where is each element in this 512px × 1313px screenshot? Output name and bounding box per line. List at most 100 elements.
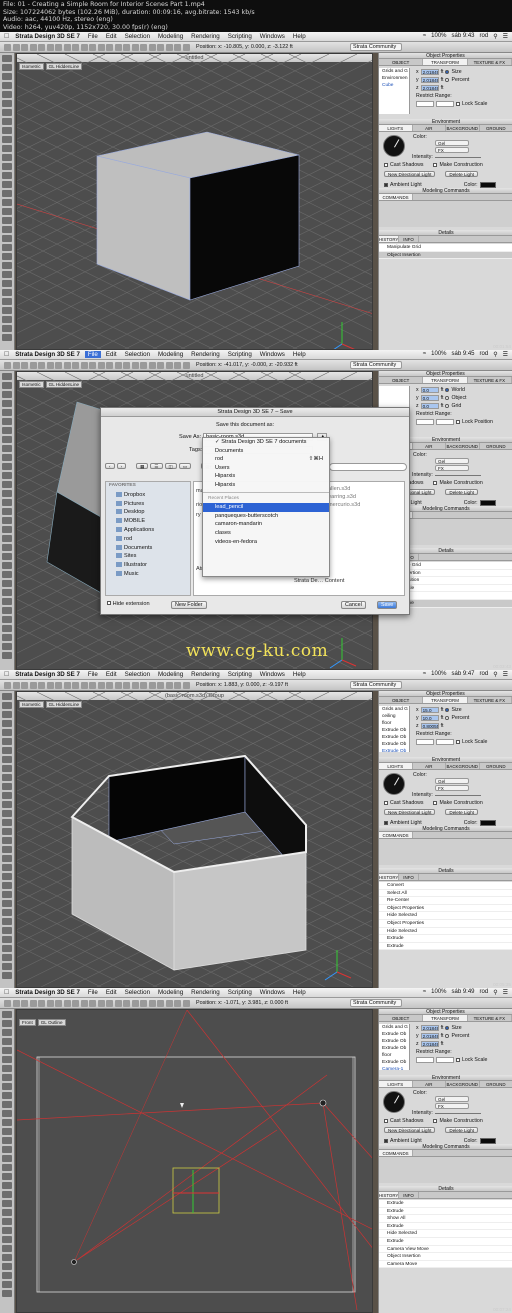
tool-icon[interactable]	[2, 535, 12, 542]
grid-radio[interactable]	[445, 404, 450, 408]
tab-info[interactable]: INFO	[399, 236, 419, 242]
tab-commands[interactable]: COMMANDS	[379, 1150, 413, 1156]
tool-icon[interactable]	[2, 693, 12, 700]
new-directional-light-button[interactable]: New Directional Light	[384, 1127, 436, 1133]
tool-icon[interactable]	[2, 181, 12, 188]
recent-place-item[interactable]: camaron-mandarin	[203, 520, 329, 529]
file-item[interactable]: allen.s3d	[328, 486, 350, 492]
tool-icon[interactable]	[2, 1272, 12, 1279]
object-list-item[interactable]: Grids and G	[379, 706, 409, 713]
size-radio[interactable]	[445, 1026, 450, 1030]
menu-item[interactable]: Help	[293, 351, 306, 358]
tool-icon[interactable]	[2, 82, 12, 89]
tool-icon[interactable]	[2, 936, 12, 943]
toolbar-tool-icon[interactable]	[131, 362, 139, 369]
tool-icon[interactable]	[2, 298, 12, 305]
tool-icon[interactable]	[2, 172, 12, 179]
tab-air[interactable]: AIR	[413, 763, 446, 769]
apple-icon[interactable]: 	[4, 671, 9, 678]
wifi-icon[interactable]: ≈	[423, 33, 426, 40]
tool-icon[interactable]	[2, 1137, 12, 1144]
apple-icon[interactable]: 	[4, 33, 9, 40]
tool-icon[interactable]	[2, 544, 12, 551]
sidebar-item[interactable]: Music	[106, 570, 190, 579]
tool-icon[interactable]	[2, 711, 12, 718]
toolbar-tool-icon[interactable]	[63, 362, 71, 369]
apple-icon[interactable]: 	[4, 351, 9, 358]
toolbar-tool-icon[interactable]	[46, 682, 54, 689]
tool-icon[interactable]	[2, 846, 12, 853]
tool-icon[interactable]	[2, 909, 12, 916]
history-item[interactable]: Convert	[379, 882, 512, 890]
percent-radio[interactable]	[445, 396, 450, 400]
history-item[interactable]: Extrude	[379, 1208, 512, 1216]
percent-radio[interactable]	[445, 716, 450, 720]
tab-lights[interactable]: LIGHTS	[379, 763, 413, 769]
toolbar-tool-icon[interactable]	[106, 1000, 113, 1007]
lock-checkbox[interactable]	[456, 420, 460, 424]
popup-item[interactable]: Documents	[203, 447, 329, 456]
toolbar-tool-icon[interactable]	[46, 1000, 54, 1007]
menu-item[interactable]: Help	[293, 671, 306, 678]
tab-background[interactable]: BACKGROUND	[446, 125, 480, 131]
search-icon[interactable]: ⚲	[493, 989, 497, 996]
tool-icon[interactable]	[2, 382, 12, 389]
tool-icon[interactable]	[2, 1056, 12, 1063]
sidebar-item[interactable]: MOBILE	[106, 517, 190, 526]
color-dropdown[interactable]: Gel	[435, 458, 469, 464]
list-icon[interactable]: ☰	[503, 33, 508, 40]
menu-item[interactable]: File	[88, 989, 98, 996]
range-max-field[interactable]	[436, 419, 454, 425]
tool-icon[interactable]	[2, 1119, 12, 1126]
percent-radio[interactable]	[445, 78, 450, 82]
tool-icon[interactable]	[2, 607, 12, 614]
tool-icon[interactable]	[2, 1038, 12, 1045]
tool-icon[interactable]	[2, 1254, 12, 1261]
toolbar-tool-icon[interactable]	[55, 44, 62, 51]
tool-icon[interactable]	[2, 163, 12, 170]
icon-view-button[interactable]: ▦	[136, 463, 149, 469]
tool-icon[interactable]	[2, 634, 12, 641]
tab-history[interactable]: HISTORY	[379, 236, 399, 242]
object-list-item[interactable]: Extrude Ob	[379, 734, 409, 741]
toolbar-tool-icon[interactable]	[165, 44, 173, 51]
user-name[interactable]: rod	[480, 33, 489, 40]
tool-icon[interactable]	[2, 325, 12, 332]
menu-item[interactable]: Selection	[125, 989, 150, 996]
menu-item[interactable]: File	[84, 351, 101, 358]
tab-object[interactable]: OBJECT	[379, 377, 424, 383]
battery-status[interactable]: 100%	[431, 33, 446, 40]
make-construction-checkbox[interactable]	[433, 1119, 438, 1123]
tab-ground[interactable]: GROUND	[480, 125, 512, 131]
tool-icon[interactable]	[2, 1011, 12, 1018]
tool-icon[interactable]	[2, 882, 12, 889]
tool-icon[interactable]	[2, 334, 12, 341]
delete-light-button[interactable]: Delete Light	[445, 809, 478, 815]
menu-item[interactable]: Selection	[125, 671, 150, 678]
toolbar-tool-icon[interactable]	[55, 362, 62, 369]
tab-transform[interactable]: TRANSFORM	[423, 59, 468, 65]
range-max-field[interactable]	[436, 1057, 454, 1063]
scene-canvas[interactable]	[17, 1010, 373, 1313]
tool-icon[interactable]	[2, 1029, 12, 1036]
sidebar-item[interactable]: Documents	[106, 544, 190, 553]
tool-icon[interactable]	[2, 499, 12, 506]
menu-item[interactable]: Windows	[260, 671, 285, 678]
delete-light-button[interactable]: Delete Light	[445, 171, 478, 177]
tab-lights[interactable]: LIGHTS	[379, 1081, 413, 1087]
wifi-icon[interactable]: ≈	[423, 989, 426, 996]
popup-item[interactable]: rod ⇧⌘H	[203, 455, 329, 464]
tool-icon[interactable]	[2, 1083, 12, 1090]
history-item[interactable]: Re-Center	[379, 897, 512, 905]
menu-item[interactable]: Selection	[125, 351, 150, 358]
tool-icon[interactable]	[2, 1128, 12, 1135]
toolbar-tool-icon[interactable]	[29, 1000, 37, 1007]
intensity-slider[interactable]	[434, 156, 481, 158]
tool-icon[interactable]	[2, 271, 12, 278]
object-list-item[interactable]: Environmen	[379, 75, 409, 82]
tab-info[interactable]: INFO	[399, 1192, 419, 1198]
tool-icon[interactable]	[2, 783, 12, 790]
user-name[interactable]: rod	[480, 989, 489, 996]
column-view-button[interactable]: ◫	[164, 463, 177, 469]
history-item[interactable]: Object Insertion	[379, 1253, 512, 1261]
